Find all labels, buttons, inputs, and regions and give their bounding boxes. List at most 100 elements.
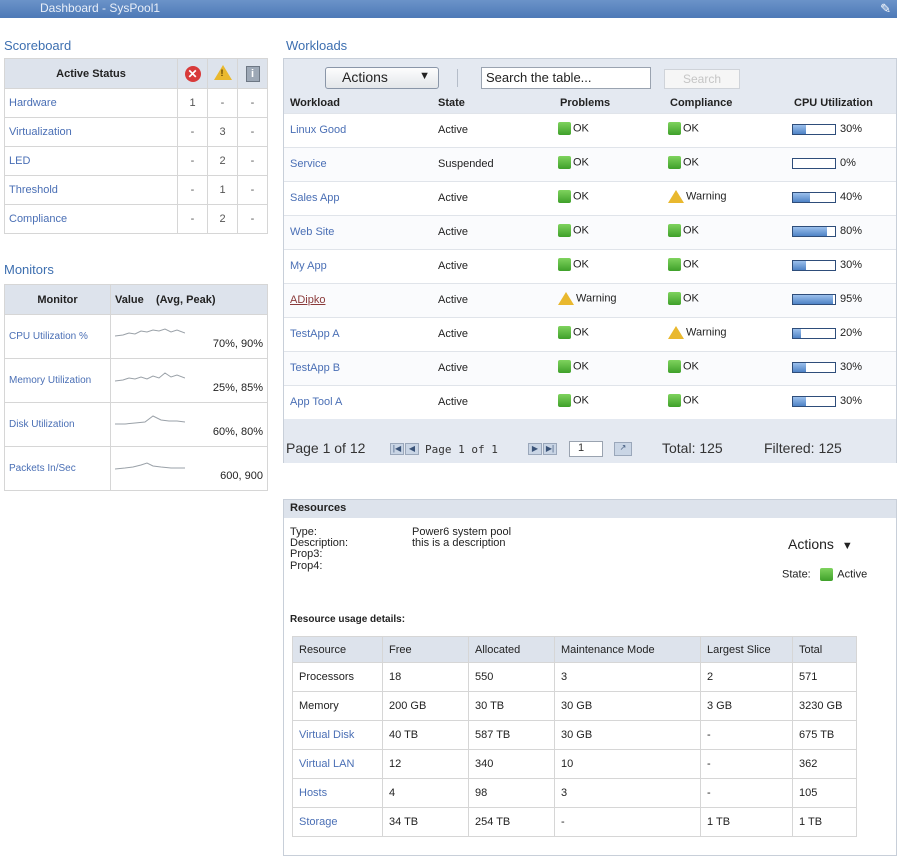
workload-name-link[interactable]: App Tool A bbox=[290, 396, 342, 408]
workload-name-link[interactable]: TestApp B bbox=[290, 362, 340, 374]
monitor-value: 25%, 85% bbox=[212, 381, 263, 394]
workload-name-link[interactable]: Sales App bbox=[290, 192, 340, 204]
workload-name-link[interactable]: TestApp A bbox=[290, 328, 340, 340]
info-count[interactable]: - bbox=[237, 204, 268, 234]
monitor-value: 70%, 90% bbox=[212, 337, 263, 350]
resource-col-header[interactable]: Resource bbox=[292, 636, 383, 663]
monitor-label[interactable]: CPU Utilization % bbox=[4, 314, 111, 359]
col-state[interactable]: State bbox=[438, 97, 465, 109]
ok-status-icon bbox=[668, 360, 681, 373]
resource-allocated: 98 bbox=[468, 778, 555, 808]
next-page-icon[interactable]: ▶ bbox=[528, 443, 542, 455]
warning-count[interactable]: 2 bbox=[207, 146, 238, 176]
error-count[interactable]: - bbox=[177, 175, 208, 205]
warning-count[interactable]: 2 bbox=[207, 204, 238, 234]
resource-col-header[interactable]: Free bbox=[382, 636, 469, 663]
monitor-value-cell: 60%, 80% bbox=[110, 402, 268, 447]
warning-count[interactable]: 1 bbox=[207, 175, 238, 205]
resource-usage-table: Resource Free Allocated Maintenance Mode Lar… bbox=[292, 636, 857, 837]
workload-name-link[interactable]: My App bbox=[290, 260, 327, 272]
workload-compliance: OK bbox=[668, 224, 699, 237]
monitor-label[interactable]: Packets In/Sec bbox=[4, 446, 111, 491]
search-input[interactable]: Search the table... bbox=[481, 67, 651, 89]
col-workload[interactable]: Workload bbox=[290, 97, 340, 109]
workload-name-link[interactable]: Web Site bbox=[290, 226, 334, 238]
workload-row[interactable]: App Tool A Active OK OK 30% bbox=[284, 385, 896, 419]
workload-problems: OK bbox=[558, 326, 589, 339]
resources-actions-button[interactable]: Actions ▼ bbox=[788, 536, 853, 552]
info-count[interactable]: - bbox=[237, 175, 268, 205]
error-column-header: ✕ bbox=[177, 58, 208, 89]
resource-col-header[interactable]: Allocated bbox=[468, 636, 555, 663]
scoreboard-row-label[interactable]: Virtualization bbox=[4, 117, 178, 147]
resource-name[interactable]: Virtual LAN bbox=[292, 749, 383, 779]
workload-name-link[interactable]: Service bbox=[290, 158, 327, 170]
avg-peak-header-label: (Avg, Peak) bbox=[155, 293, 216, 306]
workload-name-link[interactable]: Linux Good bbox=[290, 124, 346, 136]
search-button[interactable]: Search bbox=[664, 69, 740, 89]
resource-name[interactable]: Virtual Disk bbox=[292, 720, 383, 750]
ok-status-icon bbox=[558, 156, 571, 169]
workloads-actions-button[interactable]: Actions ▼ bbox=[325, 67, 439, 89]
error-count[interactable]: - bbox=[177, 146, 208, 176]
workload-row[interactable]: ADipko Active Warning OK 95% bbox=[284, 283, 896, 317]
error-count[interactable]: - bbox=[177, 204, 208, 234]
scoreboard-row-label[interactable]: LED bbox=[4, 146, 178, 176]
error-count[interactable]: 1 bbox=[177, 88, 208, 118]
page-number-input[interactable]: 1 bbox=[569, 441, 603, 457]
prop3-label: Prop3: bbox=[290, 548, 323, 560]
monitor-label[interactable]: Disk Utilization bbox=[4, 402, 111, 447]
info-count[interactable]: - bbox=[237, 88, 268, 118]
workload-row[interactable]: Sales App Active OK Warning 40% bbox=[284, 181, 896, 215]
first-page-icon[interactable]: |◀ bbox=[390, 443, 404, 455]
resource-maintenance: 30 GB bbox=[554, 720, 701, 750]
prev-page-icon[interactable]: ◀ bbox=[405, 443, 419, 455]
scoreboard-row: Threshold - 1 - bbox=[4, 175, 268, 205]
ok-status-icon bbox=[558, 258, 571, 271]
workload-name-link[interactable]: ADipko bbox=[290, 294, 325, 306]
col-problems[interactable]: Problems bbox=[560, 97, 610, 109]
scoreboard-row-label[interactable]: Threshold bbox=[4, 175, 178, 205]
warning-count[interactable]: 3 bbox=[207, 117, 238, 147]
workload-row[interactable]: My App Active OK OK 30% bbox=[284, 249, 896, 283]
workload-cpu: 80% bbox=[792, 225, 862, 237]
resource-total: 3230 GB bbox=[792, 691, 857, 721]
col-compliance[interactable]: Compliance bbox=[670, 97, 732, 109]
state-indicator: State: Active bbox=[782, 568, 867, 581]
error-count[interactable]: - bbox=[177, 117, 208, 147]
workload-state: Active bbox=[438, 192, 468, 204]
scoreboard-row-label[interactable]: Compliance bbox=[4, 204, 178, 234]
workloads-table-body: Linux Good Active OK OK 30% Service Suspe… bbox=[284, 113, 896, 419]
workload-row[interactable]: TestApp A Active OK Warning 20% bbox=[284, 317, 896, 351]
resource-name[interactable]: Storage bbox=[292, 807, 383, 837]
resource-name[interactable]: Hosts bbox=[292, 778, 383, 808]
warning-count[interactable]: - bbox=[207, 88, 238, 118]
workload-row[interactable]: TestApp B Active OK OK 30% bbox=[284, 351, 896, 385]
info-count[interactable]: - bbox=[237, 117, 268, 147]
workload-row[interactable]: Linux Good Active OK OK 30% bbox=[284, 113, 896, 147]
resource-largest-slice: 1 TB bbox=[700, 807, 793, 837]
monitor-row: Memory Utilization 25%, 85% bbox=[4, 358, 268, 403]
workload-compliance: OK bbox=[668, 156, 699, 169]
edit-pencil-icon[interactable]: ✎ bbox=[880, 1, 891, 17]
title-bar: Dashboard - SysPool1 ✎ bbox=[0, 0, 897, 18]
error-icon: ✕ bbox=[184, 65, 201, 82]
workload-row[interactable]: Service Suspended OK OK 0% bbox=[284, 147, 896, 181]
resource-total: 675 TB bbox=[792, 720, 857, 750]
resource-col-header[interactable]: Maintenance Mode bbox=[554, 636, 701, 663]
workload-state: Active bbox=[438, 226, 468, 238]
resource-free: 200 GB bbox=[382, 691, 469, 721]
info-count[interactable]: - bbox=[237, 146, 268, 176]
workload-row[interactable]: Web Site Active OK OK 80% bbox=[284, 215, 896, 249]
resource-col-header[interactable]: Total bbox=[792, 636, 857, 663]
col-cpu-utilization[interactable]: CPU Utilization bbox=[794, 97, 873, 109]
workload-problems: OK bbox=[558, 258, 589, 271]
scoreboard-row-label[interactable]: Hardware bbox=[4, 88, 178, 118]
go-arrow-icon[interactable]: ↗ bbox=[614, 442, 632, 456]
workload-problems: OK bbox=[558, 190, 589, 203]
workload-compliance: OK bbox=[668, 258, 699, 271]
resource-total: 571 bbox=[792, 662, 857, 692]
monitor-label[interactable]: Memory Utilization bbox=[4, 358, 111, 403]
last-page-icon[interactable]: ▶| bbox=[543, 443, 557, 455]
resource-col-header[interactable]: Largest Slice bbox=[700, 636, 793, 663]
